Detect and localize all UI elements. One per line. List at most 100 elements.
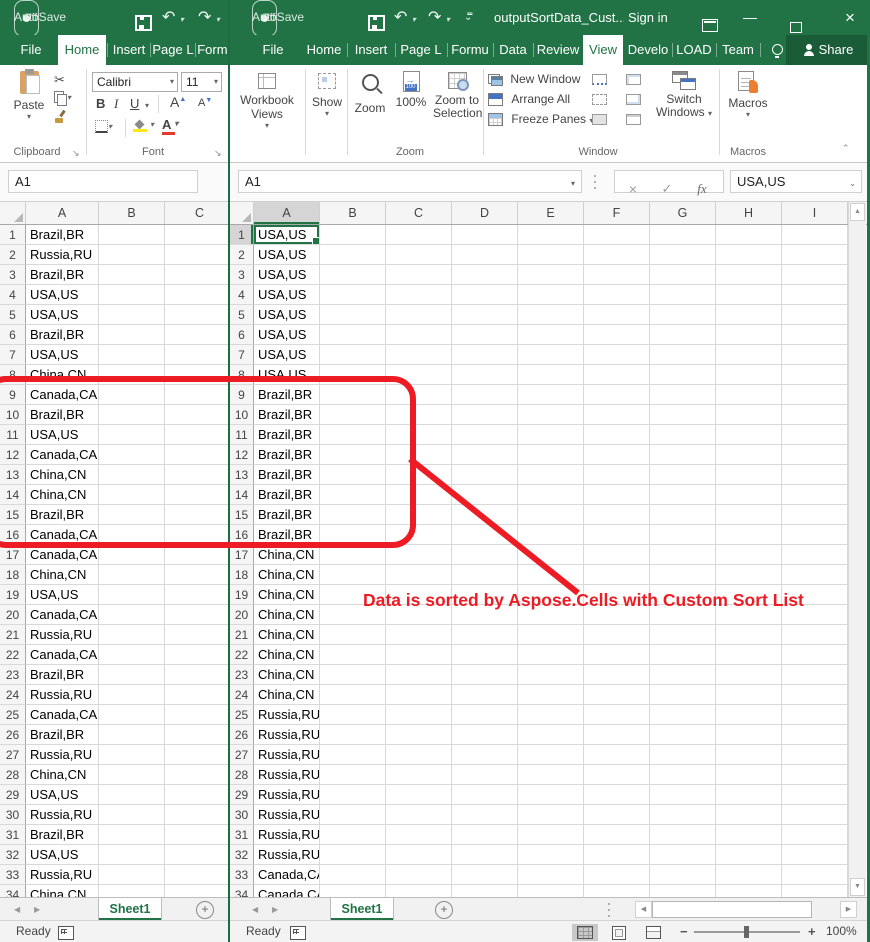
cell-D5[interactable] — [452, 305, 518, 325]
zoom-to-selection-button[interactable]: Zoom to Selection — [433, 71, 481, 120]
cell-B21[interactable] — [99, 625, 165, 645]
cell-G28[interactable] — [650, 765, 716, 785]
zoom-slider-thumb[interactable] — [744, 926, 749, 938]
scroll-down-icon[interactable]: ▼ — [850, 878, 865, 896]
cell-G23[interactable] — [650, 665, 716, 685]
cell-H32[interactable] — [716, 845, 782, 865]
row-header-1[interactable]: 1 — [230, 225, 254, 245]
cell-I11[interactable] — [782, 425, 848, 445]
cell-C24[interactable] — [165, 685, 229, 705]
cell-B15[interactable] — [320, 505, 386, 525]
cell-F17[interactable] — [584, 545, 650, 565]
split-icon[interactable] — [592, 74, 607, 85]
cell-I15[interactable] — [782, 505, 848, 525]
row-header-3[interactable]: 3 — [230, 265, 254, 285]
cell-D6[interactable] — [452, 325, 518, 345]
column-header-E[interactable]: E — [518, 202, 584, 224]
row-header-16[interactable]: 16 — [230, 525, 254, 545]
tab-home[interactable]: Home — [302, 35, 346, 65]
cell-C15[interactable] — [386, 505, 452, 525]
column-header-F[interactable]: F — [584, 202, 650, 224]
redo-button[interactable]: ↷ ▾ — [198, 0, 220, 35]
reset-window-position-icon[interactable] — [626, 114, 641, 125]
cell-D3[interactable] — [452, 265, 518, 285]
cell-E21[interactable] — [518, 625, 584, 645]
cell-B23[interactable] — [99, 665, 165, 685]
cell-C21[interactable] — [386, 625, 452, 645]
cell-B25[interactable] — [99, 705, 165, 725]
cell-B3[interactable] — [320, 265, 386, 285]
cell-B33[interactable] — [320, 865, 386, 885]
cell-A30[interactable]: Russia,RU — [26, 805, 99, 825]
cell-H34[interactable] — [716, 885, 782, 897]
cell-I4[interactable] — [782, 285, 848, 305]
cell-A2[interactable]: Russia,RU — [26, 245, 99, 265]
cell-I14[interactable] — [782, 485, 848, 505]
cell-E22[interactable] — [518, 645, 584, 665]
cell-D17[interactable] — [452, 545, 518, 565]
cell-H22[interactable] — [716, 645, 782, 665]
redo-button[interactable]: ↷ ▾ — [428, 0, 450, 35]
cell-H23[interactable] — [716, 665, 782, 685]
column-header-D[interactable]: D — [452, 202, 518, 224]
cell-D7[interactable] — [452, 345, 518, 365]
cell-I22[interactable] — [782, 645, 848, 665]
cell-D24[interactable] — [452, 685, 518, 705]
cell-D34[interactable] — [452, 885, 518, 897]
cell-A20[interactable]: China,CN — [254, 605, 320, 625]
cell-D14[interactable] — [452, 485, 518, 505]
cell-G10[interactable] — [650, 405, 716, 425]
select-all-corner[interactable] — [0, 202, 26, 224]
cell-B1[interactable] — [320, 225, 386, 245]
vertical-scrollbar[interactable]: ▲ ▼ — [848, 202, 866, 897]
row-header-2[interactable]: 2 — [0, 245, 26, 265]
row-header-13[interactable]: 13 — [230, 465, 254, 485]
cell-F30[interactable] — [584, 805, 650, 825]
cell-C1[interactable] — [386, 225, 452, 245]
zoom-100-button[interactable]: →100 100% — [391, 71, 431, 109]
cell-A3[interactable]: USA,US — [254, 265, 320, 285]
cell-C12[interactable] — [386, 445, 452, 465]
cell-G11[interactable] — [650, 425, 716, 445]
cell-B26[interactable] — [99, 725, 165, 745]
cell-G2[interactable] — [650, 245, 716, 265]
cell-A31[interactable]: Brazil,BR — [26, 825, 99, 845]
cell-B10[interactable] — [320, 405, 386, 425]
row-header-1[interactable]: 1 — [0, 225, 26, 245]
cell-B2[interactable] — [99, 245, 165, 265]
cell-F31[interactable] — [584, 825, 650, 845]
cell-C28[interactable] — [165, 765, 229, 785]
cell-B6[interactable] — [99, 325, 165, 345]
cell-D28[interactable] — [452, 765, 518, 785]
tab-page-layout[interactable]: Page L — [397, 35, 445, 65]
cell-G26[interactable] — [650, 725, 716, 745]
cell-H1[interactable] — [716, 225, 782, 245]
cell-A9[interactable]: Brazil,BR — [254, 385, 320, 405]
view-side-by-side-icon[interactable] — [626, 74, 641, 85]
cell-I31[interactable] — [782, 825, 848, 845]
cell-H12[interactable] — [716, 445, 782, 465]
cancel-icon[interactable]: × — [623, 178, 643, 201]
font-size-combo[interactable]: 11▾ — [181, 72, 222, 92]
cell-C17[interactable] — [165, 545, 229, 565]
cell-A11[interactable]: Brazil,BR — [254, 425, 320, 445]
cell-C31[interactable] — [165, 825, 229, 845]
tab-insert[interactable]: Insert — [349, 35, 393, 65]
sign-in-link[interactable]: Sign in — [628, 0, 668, 35]
tab-file[interactable]: File — [8, 35, 54, 65]
cell-G27[interactable] — [650, 745, 716, 765]
cell-A29[interactable]: Russia,RU — [254, 785, 320, 805]
cell-G13[interactable] — [650, 465, 716, 485]
cell-A22[interactable]: China,CN — [254, 645, 320, 665]
cell-G7[interactable] — [650, 345, 716, 365]
cell-D30[interactable] — [452, 805, 518, 825]
cell-D18[interactable] — [452, 565, 518, 585]
row-header-10[interactable]: 10 — [0, 405, 26, 425]
row-header-22[interactable]: 22 — [0, 645, 26, 665]
row-header-15[interactable]: 15 — [0, 505, 26, 525]
cell-C10[interactable] — [386, 405, 452, 425]
cell-A19[interactable]: USA,US — [26, 585, 99, 605]
cell-G17[interactable] — [650, 545, 716, 565]
cell-G12[interactable] — [650, 445, 716, 465]
tabbar-resize-handle[interactable] — [608, 903, 611, 917]
